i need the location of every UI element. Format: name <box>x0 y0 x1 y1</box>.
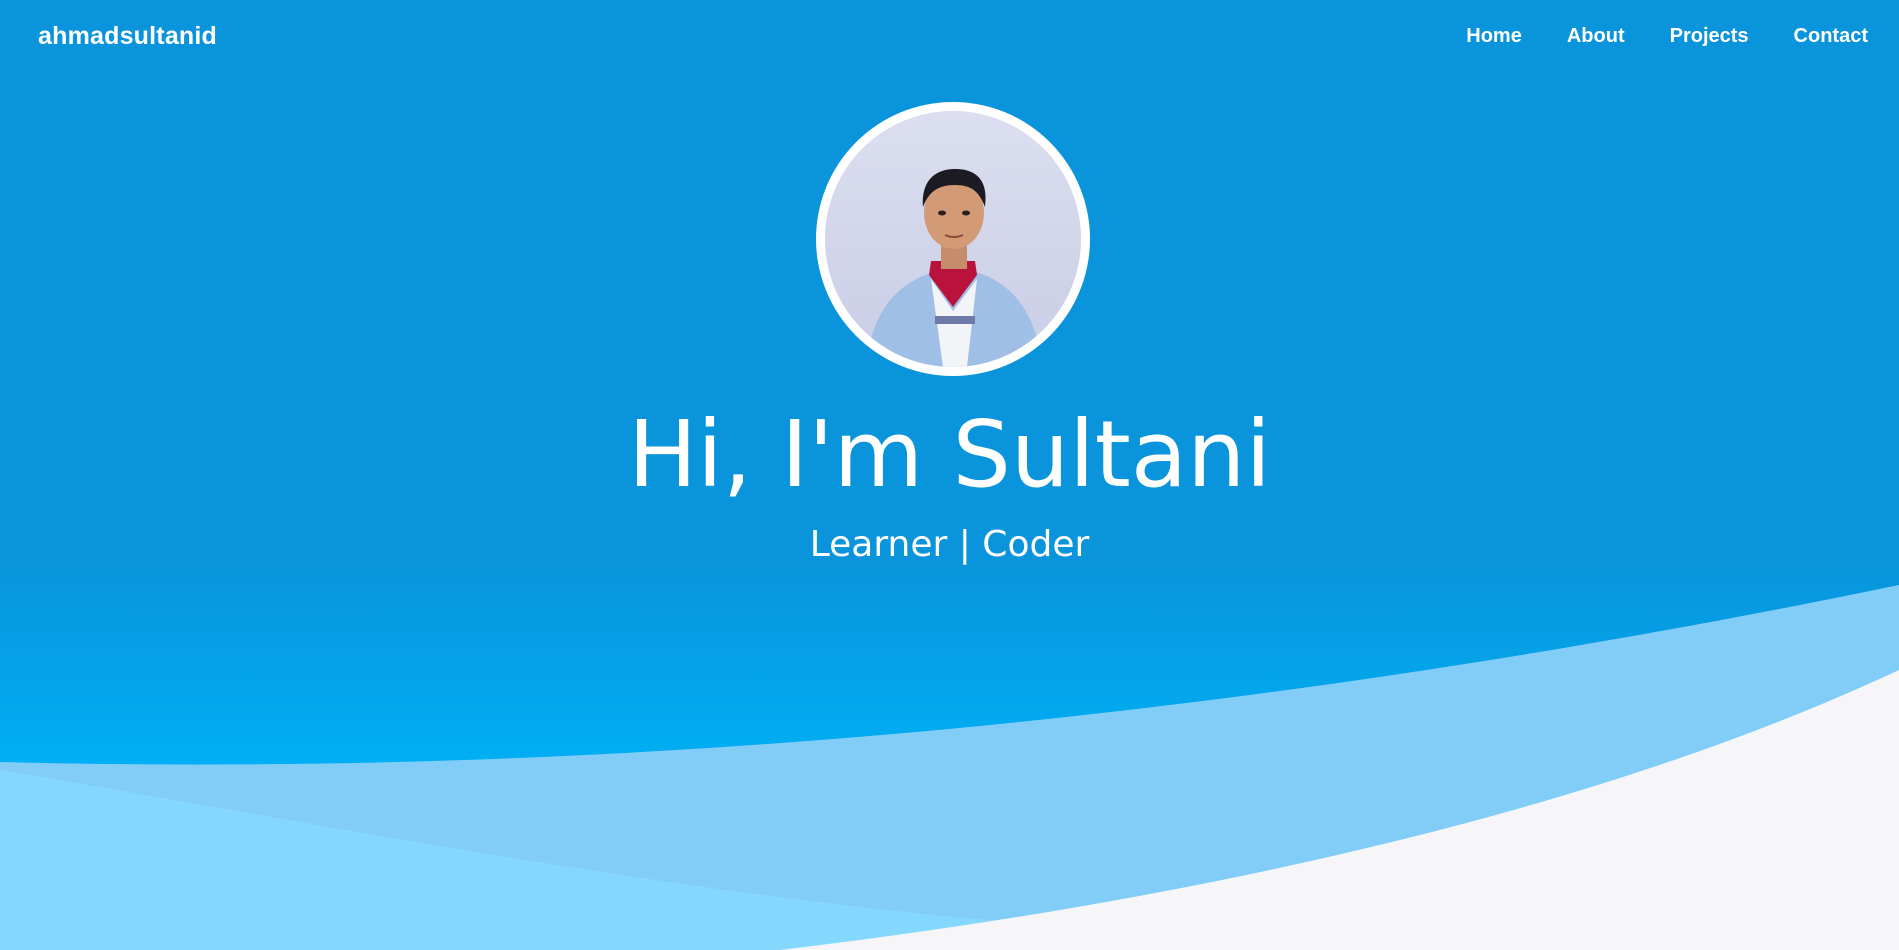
nav-links: Home About Projects Contact <box>1421 25 1868 48</box>
navbar: ahmadsultanid Home About Projects Contac… <box>0 0 1899 76</box>
nav-link-home[interactable]: Home <box>1466 25 1522 48</box>
nav-link-about[interactable]: About <box>1567 25 1625 48</box>
hero-subtitle: Learner | Coder <box>809 524 1090 565</box>
avatar <box>825 111 1081 367</box>
avatar-ring <box>816 102 1090 376</box>
profile-photo <box>825 111 1081 367</box>
brand-logo[interactable]: ahmadsultanid <box>38 22 217 51</box>
hero-title: Hi, I'm Sultani <box>627 401 1272 508</box>
nav-link-contact[interactable]: Contact <box>1794 25 1868 48</box>
nav-link-projects[interactable]: Projects <box>1670 25 1749 48</box>
hero-section: ahmadsultanid Home About Projects Contac… <box>0 0 1899 950</box>
